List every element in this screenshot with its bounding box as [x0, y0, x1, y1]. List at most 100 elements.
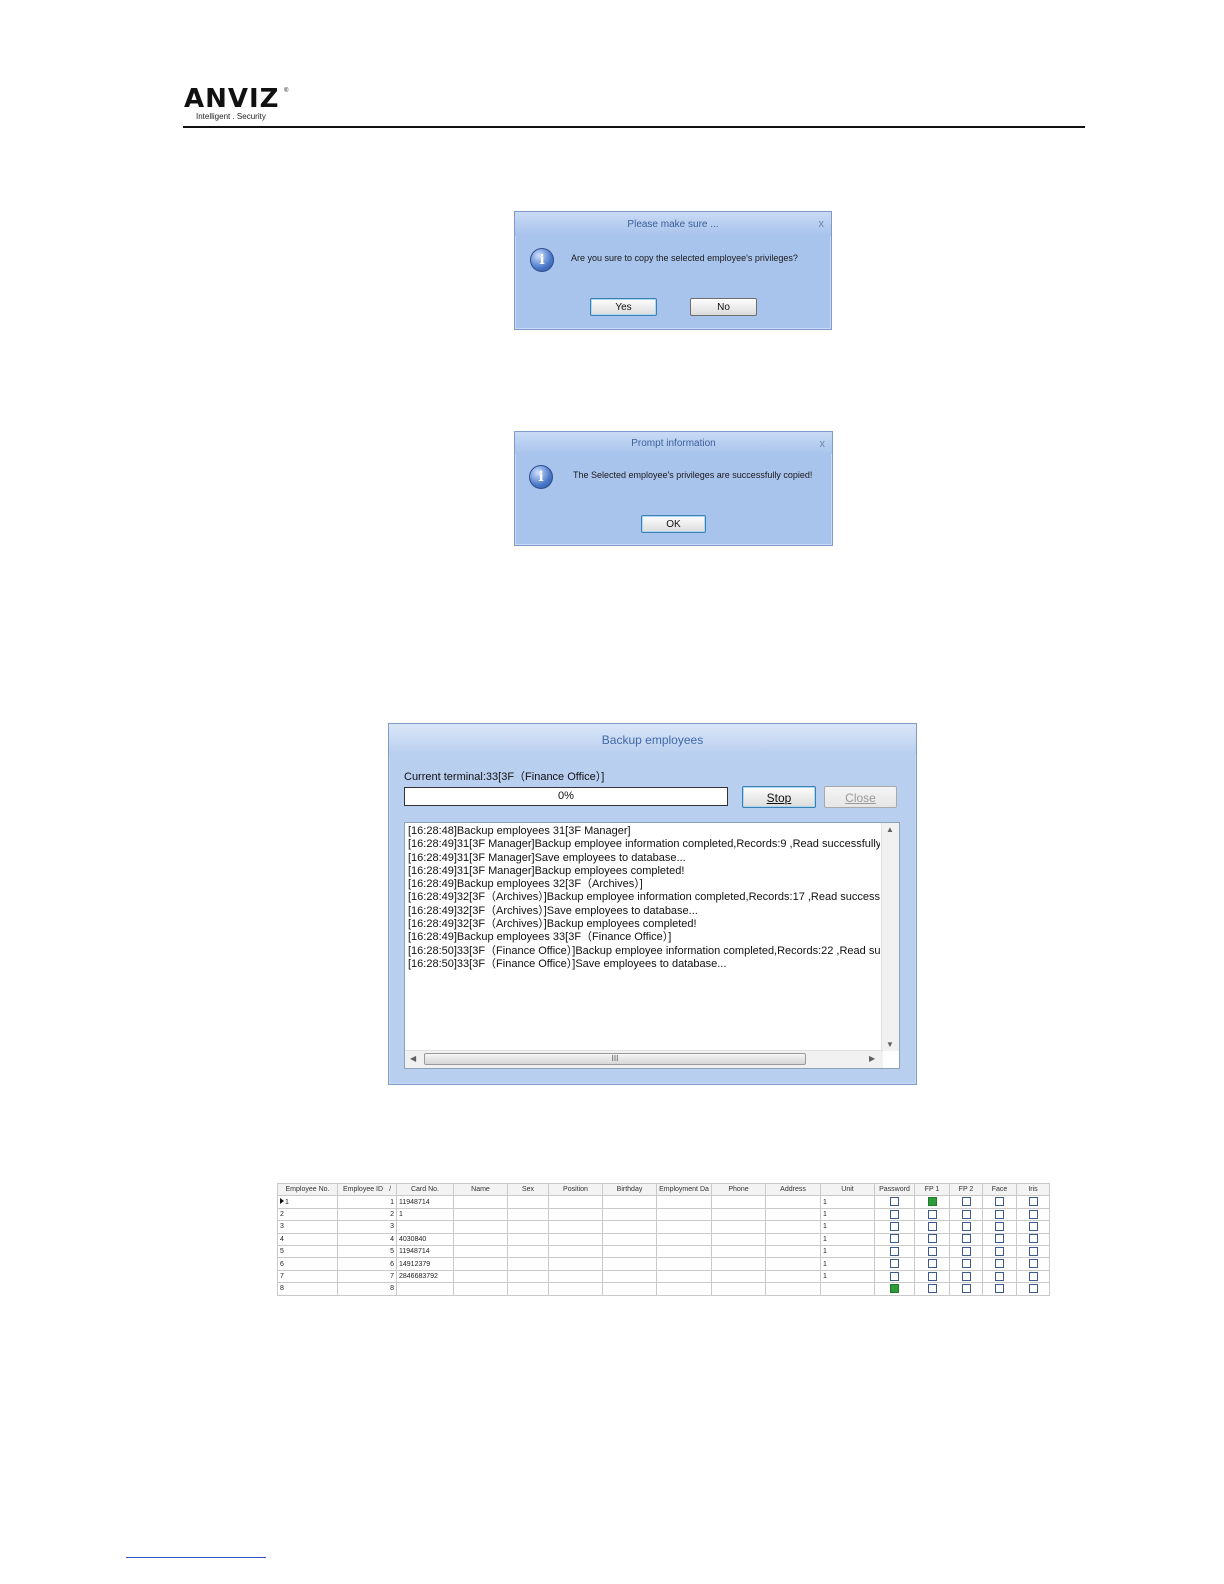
column-header[interactable]: Phone — [711, 1182, 766, 1197]
iris-checkbox[interactable] — [1028, 1283, 1038, 1293]
vertical-scrollbar[interactable]: ▲ ▼ — [881, 823, 899, 1051]
scroll-right-arrow-icon[interactable]: ▶ — [869, 1054, 875, 1063]
cell-address — [765, 1195, 821, 1209]
table-row[interactable]: 5 5 11948714 1 — [277, 1244, 1050, 1259]
password-checkbox[interactable] — [890, 1259, 899, 1269]
iris-checkbox[interactable] — [1028, 1259, 1038, 1269]
cell-fp2 — [949, 1257, 983, 1271]
face-checkbox[interactable] — [995, 1246, 1004, 1256]
table-row[interactable]: 3 3 1 — [277, 1220, 1050, 1234]
fp1-checkbox[interactable] — [927, 1283, 937, 1293]
column-header[interactable]: Password — [874, 1182, 915, 1197]
password-checkbox[interactable] — [890, 1234, 899, 1244]
fp1-checkbox[interactable] — [927, 1259, 937, 1269]
fp2-checkbox[interactable] — [961, 1197, 971, 1207]
fp1-checkbox[interactable] — [927, 1209, 937, 1219]
fp2-checkbox[interactable] — [961, 1259, 971, 1269]
column-header[interactable]: Name — [453, 1182, 508, 1197]
fp2-checkbox[interactable] — [961, 1209, 971, 1219]
cell-employment-date — [656, 1269, 712, 1284]
close-icon[interactable]: x — [820, 438, 826, 450]
table-row[interactable]: 4 4 4030840 1 — [277, 1232, 1050, 1246]
iris-checkbox[interactable] — [1028, 1209, 1038, 1219]
fp1-checkbox[interactable] — [927, 1222, 937, 1232]
table-row[interactable]: 6 6 14912379 1 — [277, 1257, 1050, 1271]
horizontal-scroll-thumb[interactable]: III — [424, 1053, 806, 1065]
face-checkbox[interactable] — [995, 1283, 1004, 1293]
password-checkbox[interactable] — [890, 1222, 899, 1232]
face-checkbox[interactable] — [995, 1259, 1004, 1269]
password-checkbox[interactable] — [890, 1246, 899, 1256]
face-checkbox[interactable] — [995, 1222, 1004, 1232]
table-row[interactable]: 88 — [277, 1282, 1050, 1296]
ok-button[interactable]: OK — [641, 515, 706, 533]
no-button[interactable]: No — [690, 298, 757, 316]
cell-phone — [711, 1220, 766, 1234]
fp2-checkbox[interactable] — [961, 1234, 971, 1244]
password-checkbox[interactable] — [890, 1197, 899, 1207]
face-checkbox[interactable] — [995, 1271, 1004, 1281]
fp1-checkbox[interactable] — [927, 1197, 937, 1207]
cell-birthday — [602, 1232, 657, 1246]
fp1-checkbox[interactable] — [927, 1234, 937, 1244]
column-header[interactable]: Card No. — [396, 1182, 454, 1197]
iris-checkbox[interactable] — [1028, 1234, 1038, 1244]
iris-checkbox[interactable] — [1028, 1222, 1038, 1232]
table-row[interactable]: 2211 — [277, 1207, 1050, 1222]
cell-password — [874, 1269, 915, 1284]
cell-phone — [711, 1244, 766, 1259]
column-header[interactable]: Iris — [1016, 1182, 1050, 1197]
yes-button[interactable]: Yes — [590, 298, 657, 316]
fp2-checkbox[interactable] — [961, 1283, 971, 1293]
cell-name — [453, 1195, 508, 1209]
column-header[interactable]: Unit — [820, 1182, 875, 1197]
password-checkbox[interactable] — [890, 1271, 899, 1281]
fp1-checkbox[interactable] — [927, 1271, 937, 1281]
face-checkbox[interactable] — [995, 1209, 1004, 1219]
cell-unit-text: 1 — [823, 1260, 827, 1268]
backup-log[interactable]: [16:28:48]Backup employees 31[3F Manager… — [404, 822, 900, 1069]
horizontal-scrollbar[interactable]: ◀ III ▶ — [405, 1050, 883, 1068]
table-row[interactable]: 1 1 11948714 1 — [277, 1195, 1050, 1209]
face-checkbox[interactable] — [995, 1197, 1004, 1207]
cell-employment-date — [656, 1257, 712, 1271]
column-header[interactable]: Face — [982, 1182, 1017, 1197]
iris-checkbox[interactable] — [1028, 1197, 1038, 1207]
fp2-checkbox[interactable] — [961, 1271, 971, 1281]
column-header[interactable]: Employment Da — [656, 1182, 712, 1197]
column-header[interactable]: FP 1 — [914, 1182, 950, 1197]
stop-button[interactable]: Stop — [742, 786, 816, 808]
fp2-checkbox[interactable] — [961, 1246, 971, 1256]
cell-address — [765, 1232, 821, 1246]
column-header[interactable]: Sex — [507, 1182, 549, 1197]
iris-checkbox[interactable] — [1028, 1246, 1038, 1256]
cell-sex — [507, 1282, 549, 1296]
password-checkbox[interactable] — [890, 1283, 899, 1293]
column-header[interactable]: Employee ID / — [337, 1182, 397, 1197]
cell-unit-text: 1 — [823, 1248, 827, 1256]
face-checkbox[interactable] — [995, 1234, 1004, 1244]
scroll-left-arrow-icon[interactable]: ◀ — [410, 1054, 416, 1063]
column-header[interactable]: Position — [548, 1182, 603, 1197]
column-header[interactable]: FP 2 — [949, 1182, 983, 1197]
column-header[interactable]: Address — [765, 1182, 821, 1197]
fp1-checkbox[interactable] — [927, 1246, 937, 1256]
table-row[interactable]: 7 7 2846683792 1 — [277, 1269, 1050, 1284]
progress-bar: 0% — [404, 787, 728, 806]
cell-address — [765, 1207, 821, 1222]
scroll-up-arrow-icon[interactable]: ▲ — [886, 825, 894, 834]
column-header[interactable]: Employee No. — [277, 1182, 338, 1197]
cell-iris — [1016, 1282, 1050, 1296]
column-header-label: FP 1 — [924, 1186, 940, 1194]
column-header[interactable]: Birthday — [602, 1182, 657, 1197]
cell-name — [453, 1257, 508, 1271]
iris-checkbox[interactable] — [1028, 1271, 1038, 1281]
cell-iris — [1016, 1207, 1050, 1222]
fp2-checkbox[interactable] — [961, 1222, 971, 1232]
password-checkbox[interactable] — [890, 1209, 899, 1219]
close-icon[interactable]: x — [819, 218, 825, 230]
column-header-label: Name — [471, 1186, 490, 1194]
column-header-label: Employee ID — [342, 1186, 384, 1194]
cell-fp1 — [914, 1269, 950, 1284]
scroll-down-arrow-icon[interactable]: ▼ — [886, 1040, 894, 1049]
